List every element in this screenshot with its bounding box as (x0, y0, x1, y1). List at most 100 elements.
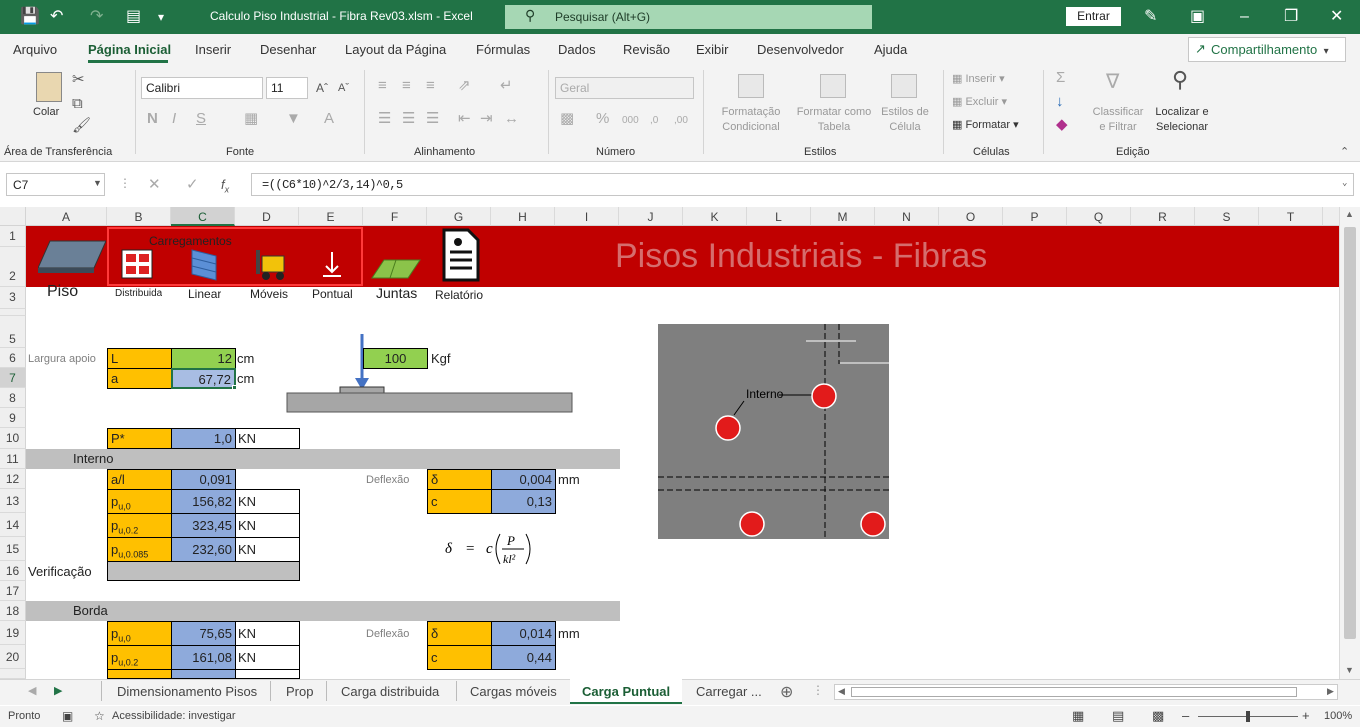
bold-icon[interactable]: N (147, 111, 158, 127)
cell-H20[interactable]: 0,44 (491, 645, 556, 670)
row-header[interactable]: 3 (0, 287, 26, 309)
cell-B13[interactable]: pu,0 (107, 489, 172, 514)
tab-desenvolvedor[interactable]: Desenvolvedor (757, 42, 844, 57)
vertical-scroll-thumb[interactable] (1344, 227, 1356, 639)
merge-icon[interactable]: ↔ (504, 111, 519, 127)
column-header[interactable]: E (299, 207, 363, 226)
redo-icon[interactable]: ↷ (90, 7, 103, 27)
cell-B21-partial[interactable] (107, 669, 172, 679)
copy-icon[interactable]: ⧉ (72, 96, 83, 112)
row-header[interactable]: 18 (0, 601, 26, 621)
cell-C6[interactable]: 12 (171, 348, 236, 369)
form-icon[interactable]: ▤ (126, 7, 141, 27)
cell-I12[interactable]: mm (558, 470, 580, 490)
clear-icon[interactable]: ◆ (1056, 117, 1068, 133)
cell-B15[interactable]: pu,0.085 (107, 537, 172, 562)
cell-G20[interactable]: c (427, 645, 492, 670)
normal-view-icon[interactable]: ▦ (1072, 708, 1084, 724)
row-header[interactable]: 14 (0, 513, 26, 537)
cell-H19[interactable]: 0,014 (491, 621, 556, 646)
column-header[interactable]: L (747, 207, 811, 226)
tab-split-icon[interactable]: ⋮ (812, 683, 824, 697)
formula-input[interactable]: =((C6*10)^2/3,14)^0,5 ⌄ (251, 173, 1354, 196)
cut-icon[interactable]: ✂ (72, 72, 85, 88)
save-icon[interactable]: 💾 (20, 7, 40, 27)
row-header[interactable]: 20 (0, 645, 26, 669)
enter-icon[interactable]: ✓ (186, 177, 199, 193)
paste-icon[interactable] (36, 72, 62, 102)
cell-D19[interactable]: KN (235, 621, 300, 646)
cell-C19[interactable]: 75,65 (171, 621, 236, 646)
cell-H13[interactable]: 0,13 (491, 489, 556, 514)
sheet-tab-carregar[interactable]: Carregar ... (696, 684, 762, 699)
relatorio-icon[interactable] (438, 228, 482, 282)
cell-G12[interactable]: δ (427, 469, 492, 490)
page-layout-icon[interactable]: ▤ (1112, 708, 1124, 724)
borders-icon[interactable]: ▦ (244, 111, 258, 127)
row-header[interactable]: 15 (0, 537, 26, 561)
accessibility-icon[interactable]: ☆ (94, 709, 105, 723)
align-left-icon[interactable]: ☰ (378, 111, 391, 127)
decrease-decimal-icon[interactable]: ,00 (674, 113, 688, 129)
ribbon-display-icon[interactable]: ▣ (1190, 7, 1205, 27)
cancel-icon[interactable]: ✕ (148, 177, 161, 193)
tab-arquivo[interactable]: Arquivo (13, 42, 57, 57)
row-header[interactable]: 12 (0, 469, 26, 489)
delete-cells-button[interactable]: ▦ Excluir ▾ (952, 95, 1007, 108)
row-header[interactable]: 9 (0, 408, 26, 428)
cell-G6[interactable]: Kgf (431, 349, 451, 369)
column-header[interactable]: Q (1067, 207, 1131, 226)
select-all-corner[interactable] (0, 207, 26, 226)
macro-record-icon[interactable]: ▣ (62, 709, 73, 723)
row-header[interactable]: 8 (0, 388, 26, 408)
row-header[interactable]: 17 (0, 581, 26, 601)
column-header[interactable]: G (427, 207, 491, 226)
undo-icon[interactable]: ↶ (50, 7, 63, 27)
add-sheet-icon[interactable]: ⊕ (780, 682, 793, 702)
cell-F6[interactable]: 100 (363, 348, 428, 369)
row-header[interactable]: 13 (0, 489, 26, 513)
conditional-format-icon[interactable] (738, 74, 764, 98)
cell-C14[interactable]: 323,45 (171, 513, 236, 538)
align-bottom-icon[interactable]: ≡ (426, 78, 435, 94)
orientation-icon[interactable]: ⇗ (458, 78, 471, 94)
sort-filter-icon[interactable]: ∇ (1106, 72, 1119, 92)
column-header[interactable]: S (1195, 207, 1259, 226)
format-table-button[interactable]: Formatar como Tabela (790, 105, 878, 135)
vertical-scrollbar[interactable]: ▲ ▼ (1339, 207, 1360, 679)
cell-C21-partial[interactable] (171, 669, 236, 679)
verificacao-cell[interactable] (107, 561, 300, 581)
number-format-select[interactable]: Geral (555, 77, 694, 99)
sheet-tab-dimensionamento[interactable]: Dimensionamento Pisos (117, 684, 257, 699)
juntas-icon[interactable] (370, 256, 422, 286)
customize-toolbar-icon[interactable]: ▾ (158, 7, 164, 27)
column-header[interactable]: P (1003, 207, 1067, 226)
format-table-icon[interactable] (820, 74, 846, 98)
cell-C12[interactable]: 0,091 (171, 469, 236, 490)
font-size-select[interactable]: 11 (266, 77, 308, 99)
horizontal-scrollbar[interactable]: ◀ ▶ (834, 684, 1338, 700)
cell-C13[interactable]: 156,82 (171, 489, 236, 514)
cell-B6[interactable]: L (107, 348, 172, 369)
cell-C20[interactable]: 161,08 (171, 645, 236, 670)
zoom-in-icon[interactable]: + (1302, 708, 1310, 723)
column-header[interactable]: R (1131, 207, 1195, 226)
font-name-select[interactable]: Calibri (141, 77, 263, 99)
pontual-icon[interactable] (320, 250, 344, 280)
maximize-icon[interactable]: ❐ (1284, 7, 1298, 27)
close-icon[interactable]: ✕ (1330, 7, 1343, 27)
find-select-button[interactable]: Localizar e Selecionar (1146, 105, 1218, 135)
tab-revisao[interactable]: Revisão (623, 42, 670, 57)
search-box[interactable]: ⚲ Pesquisar (Alt+G) (505, 5, 872, 29)
conditional-format-button[interactable]: Formatação Condicional (708, 105, 794, 135)
cell-G19[interactable]: δ (427, 621, 492, 646)
cell-C10[interactable]: 1,0 (171, 428, 236, 449)
accessibility-status[interactable]: Acessibilidade: investigar (112, 710, 236, 722)
row-header-partial[interactable] (0, 669, 26, 679)
column-header[interactable]: A (26, 207, 107, 226)
cell-C15[interactable]: 232,60 (171, 537, 236, 562)
cell-B14[interactable]: pu,0.2 (107, 513, 172, 538)
column-header[interactable]: T (1259, 207, 1323, 226)
row-header[interactable]: 7 (0, 368, 26, 388)
cell-B12[interactable]: a/l (107, 469, 172, 490)
